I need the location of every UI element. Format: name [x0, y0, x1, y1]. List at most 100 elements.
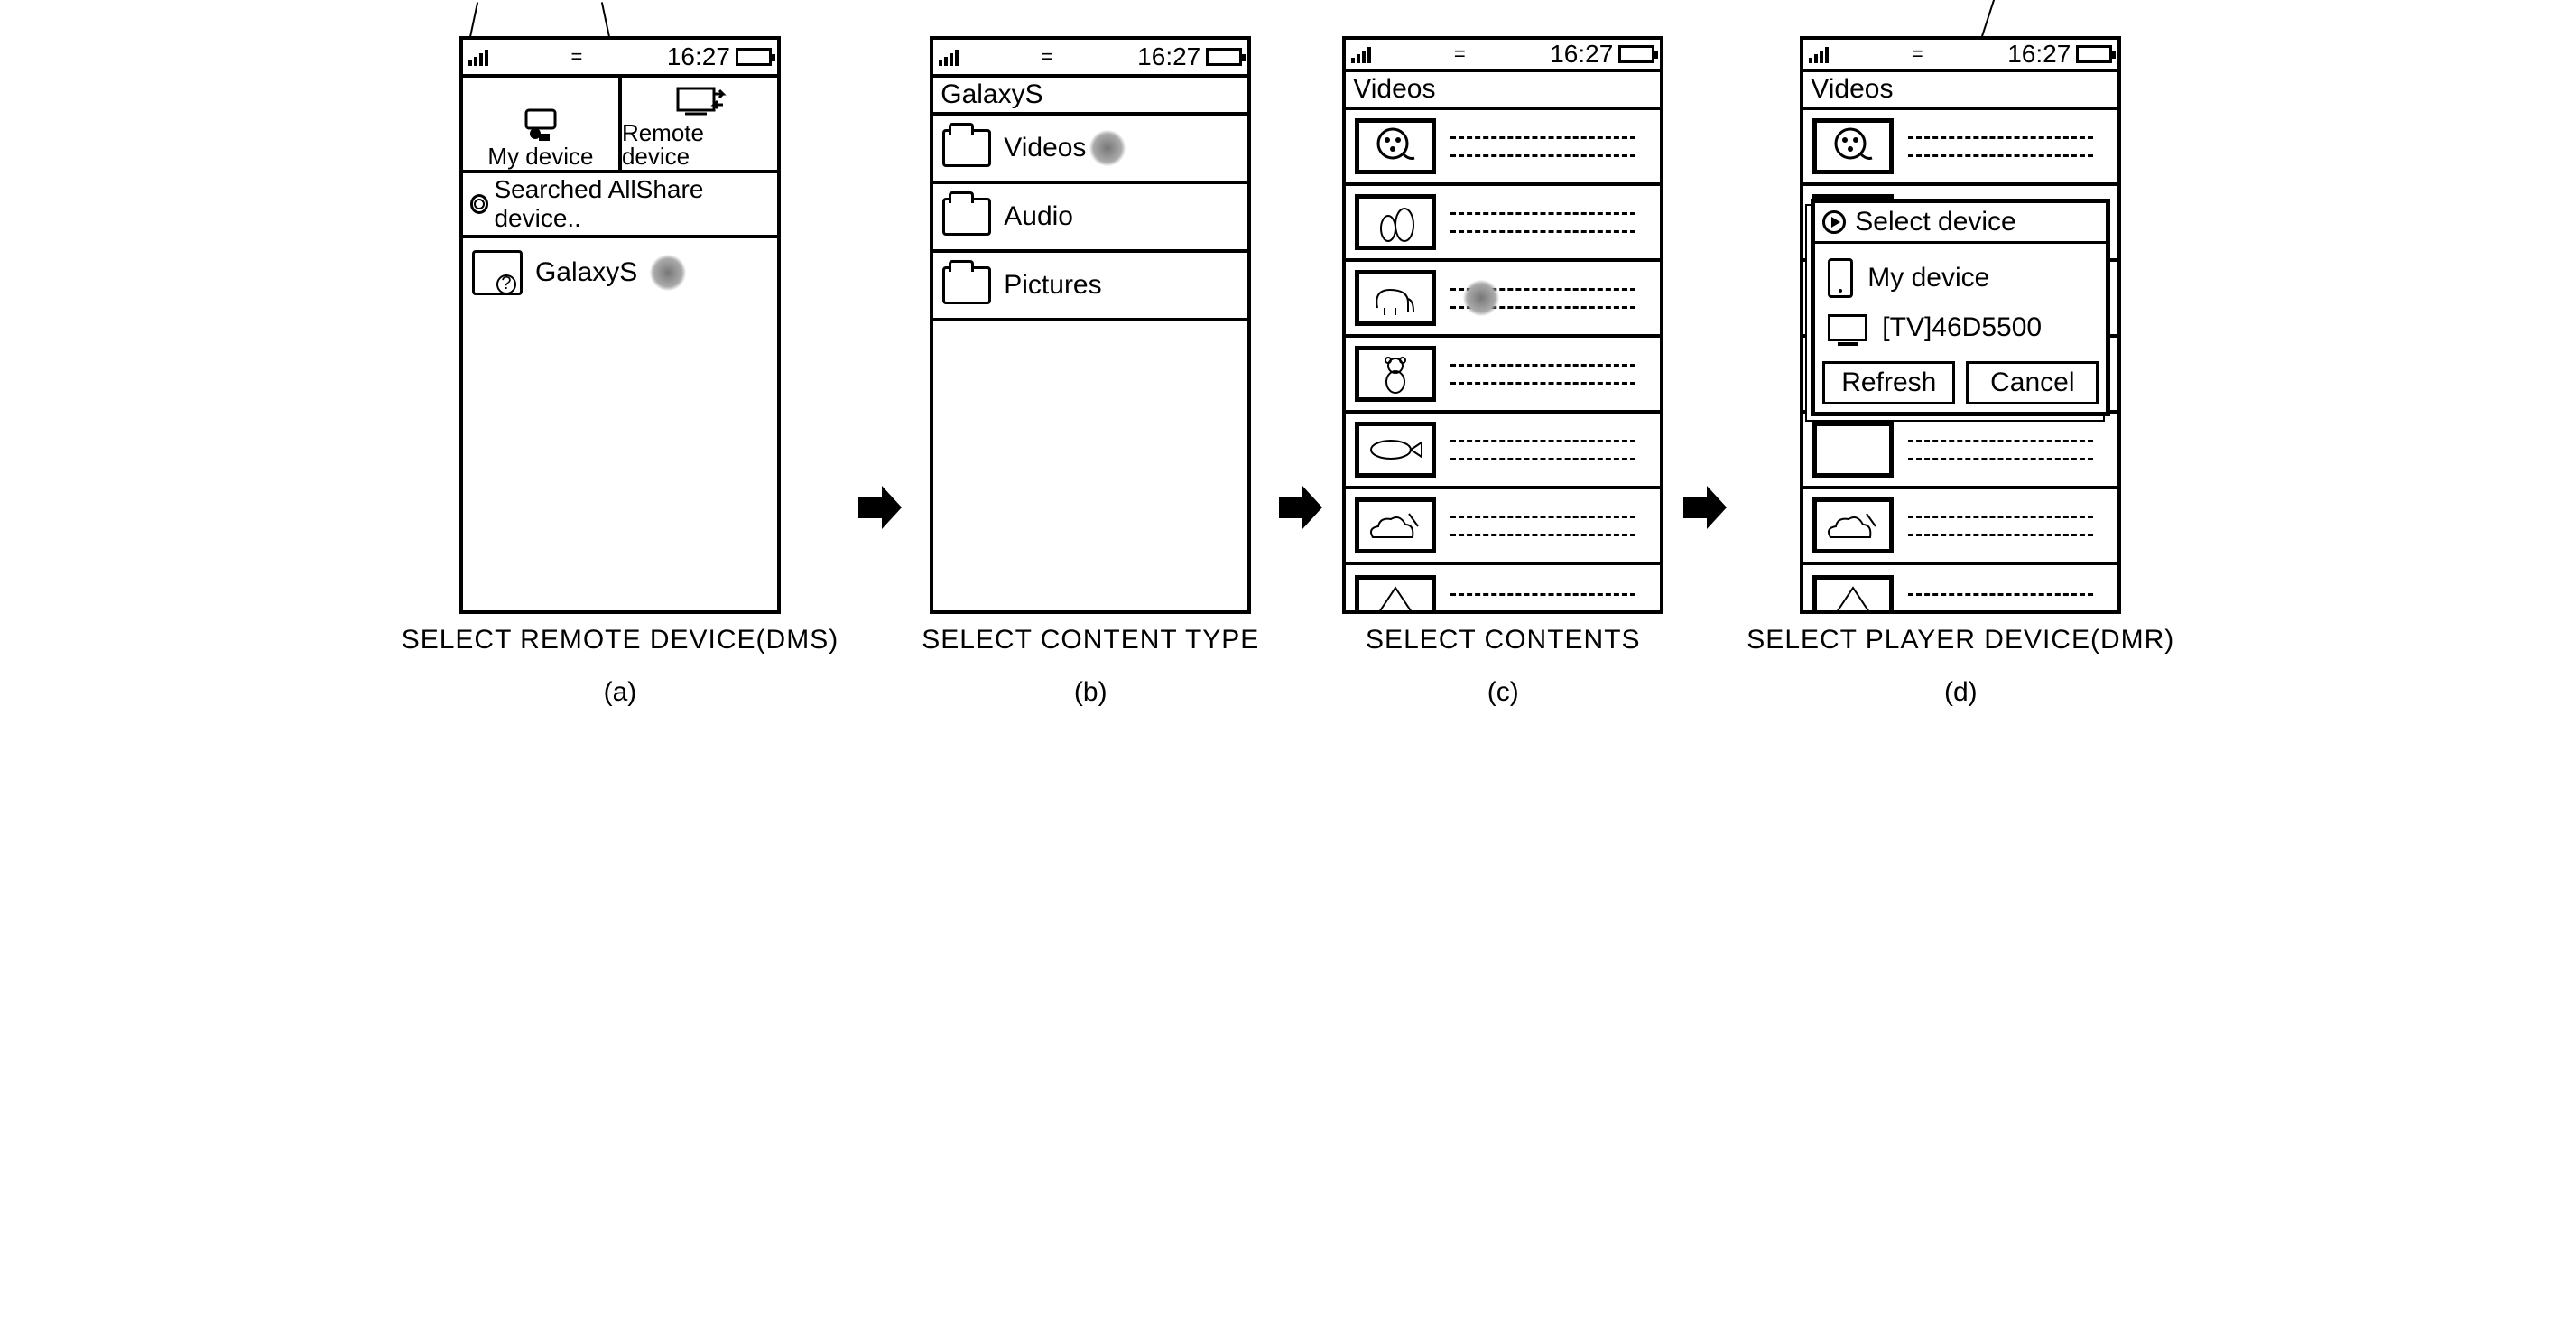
folder-pictures[interactable]: Pictures: [933, 253, 1247, 321]
tab-my-device-label: My device: [487, 144, 593, 168]
screen-b-column: = 16:27 GalaxyS Videos Audio: [922, 36, 1259, 708]
phone-c: = 16:27 Videos: [1342, 36, 1663, 614]
dialog-option-label: [TV]46D5500: [1882, 312, 2042, 343]
callout-310: 310: [450, 0, 496, 2]
status-bar: = 16:27: [933, 40, 1247, 78]
tv-device-icon: [1828, 314, 1867, 341]
video-meta-placeholder: [1908, 585, 2108, 614]
video-meta-placeholder: [1450, 507, 1651, 544]
status-bar: = 16:27: [1346, 40, 1660, 72]
video-item[interactable]: [1803, 565, 2117, 614]
caption-c: SELECT CONTENTS: [1366, 625, 1641, 656]
touch-smudge-icon: [1089, 130, 1126, 166]
folder-icon: [942, 198, 991, 236]
status-bar: = 16:27: [463, 40, 777, 78]
callout-320-label: 320: [582, 0, 627, 1]
signal-icon: [939, 48, 959, 66]
device-icon: [472, 250, 523, 295]
video-item[interactable]: [1346, 565, 1660, 614]
folder-audio[interactable]: Audio: [933, 184, 1247, 253]
title-bar: GalaxyS: [933, 78, 1247, 116]
status-time: 16:27: [667, 42, 730, 71]
video-meta-placeholder: [1450, 204, 1651, 240]
refresh-button-label: Refresh: [1841, 367, 1936, 397]
subcaption-d: (d): [1944, 677, 1978, 708]
phone-device-icon: [1828, 258, 1853, 298]
video-item[interactable]: [1803, 489, 2117, 565]
device-item-label: GalaxyS: [535, 257, 637, 288]
status-drag-icon: =: [1454, 42, 1468, 66]
video-thumb-reel-icon: [1812, 118, 1894, 174]
searched-label: Searched AllShare device..: [494, 175, 769, 233]
video-meta-placeholder: [1908, 128, 2108, 164]
select-device-dialog: Select device My device [TV]46D5500 Refr…: [1811, 199, 2110, 416]
video-item[interactable]: [1803, 110, 2117, 186]
dialog-title-bar: Select device: [1815, 203, 2106, 244]
signal-icon: [1351, 45, 1371, 63]
dialog-option-tv[interactable]: [TV]46D5500: [1824, 305, 2097, 350]
my-device-icon: [519, 105, 562, 144]
status-drag-icon: =: [1912, 42, 1925, 66]
subcaption-c: (c): [1487, 677, 1519, 708]
figure: 310 320 = 16:27 My device: [18, 36, 2558, 708]
subcaption-a: (a): [604, 677, 637, 708]
caption-d: SELECT PLAYER DEVICE(DMR): [1747, 625, 2174, 656]
refresh-button[interactable]: Refresh: [1822, 361, 1955, 404]
battery-icon: [1206, 48, 1242, 66]
status-time: 16:27: [1550, 40, 1613, 69]
video-thumb-elephant-icon: [1355, 270, 1436, 326]
video-thumb-fish-icon: [1355, 422, 1436, 478]
remote-device-icon: [672, 81, 727, 121]
callout-310-label: 310: [450, 0, 496, 1]
video-list: [1346, 110, 1660, 614]
dialog-option-my-device[interactable]: My device: [1824, 251, 2097, 305]
screen-c-column: = 16:27 Videos: [1342, 36, 1663, 708]
device-tabs: My device Remote device: [463, 78, 777, 173]
title-bar: Videos: [1803, 72, 2117, 110]
video-item[interactable]: [1346, 186, 1660, 262]
video-item[interactable]: [1346, 414, 1660, 489]
status-drag-icon: =: [570, 45, 584, 69]
title-label: Videos: [1353, 74, 1435, 105]
video-thumb-reel-icon: [1355, 118, 1436, 174]
title-label: Videos: [1811, 74, 1893, 105]
phone-a: = 16:27 My device Remote devic: [459, 36, 781, 614]
folder-label: Pictures: [1004, 270, 1101, 301]
signal-icon: [1809, 45, 1829, 63]
searched-bar: Searched AllShare device..: [463, 173, 777, 238]
tab-my-device[interactable]: My device: [463, 78, 622, 170]
status-drag-icon: =: [1042, 45, 1055, 69]
video-item[interactable]: [1346, 489, 1660, 565]
video-thumb-bird-icon: [1355, 575, 1436, 614]
video-item[interactable]: [1346, 338, 1660, 414]
arrow-cd: [1680, 482, 1730, 533]
phone-d: = 16:27 Videos: [1800, 36, 2121, 614]
caption-a: SELECT REMOTE DEVICE(DMS): [402, 625, 839, 656]
dialog-option-label: My device: [1867, 263, 1989, 293]
video-thumb-bird-icon: [1812, 575, 1894, 614]
screen-d-column: 330 = 16:27 Videos: [1747, 36, 2174, 708]
device-item-galaxys[interactable]: GalaxyS: [463, 238, 777, 307]
battery-icon: [736, 48, 772, 66]
tab-remote-device[interactable]: Remote device: [622, 78, 777, 170]
video-item[interactable]: [1346, 110, 1660, 186]
cancel-button-label: Cancel: [1990, 367, 2074, 397]
video-thumb-penguins-icon: [1355, 194, 1436, 250]
subcaption-b: (b): [1074, 677, 1107, 708]
video-thumb-fish-icon: [1812, 422, 1894, 478]
folder-videos[interactable]: Videos: [933, 116, 1247, 184]
dialog-title: Select device: [1855, 207, 2015, 237]
video-item[interactable]: [1803, 414, 2117, 489]
phone-b: = 16:27 GalaxyS Videos Audio: [930, 36, 1251, 614]
status-time: 16:27: [2007, 40, 2071, 69]
folder-label: Videos: [1004, 133, 1086, 163]
cancel-button[interactable]: Cancel: [1966, 361, 2099, 404]
status-time: 16:27: [1137, 42, 1200, 71]
video-meta-placeholder: [1450, 128, 1651, 164]
video-thumb-cloud-icon: [1812, 497, 1894, 553]
tab-remote-device-label: Remote device: [622, 121, 777, 168]
video-meta-placeholder: [1450, 585, 1651, 614]
signal-icon: [468, 48, 488, 66]
video-meta-placeholder: [1908, 432, 2108, 468]
video-item[interactable]: [1346, 262, 1660, 338]
